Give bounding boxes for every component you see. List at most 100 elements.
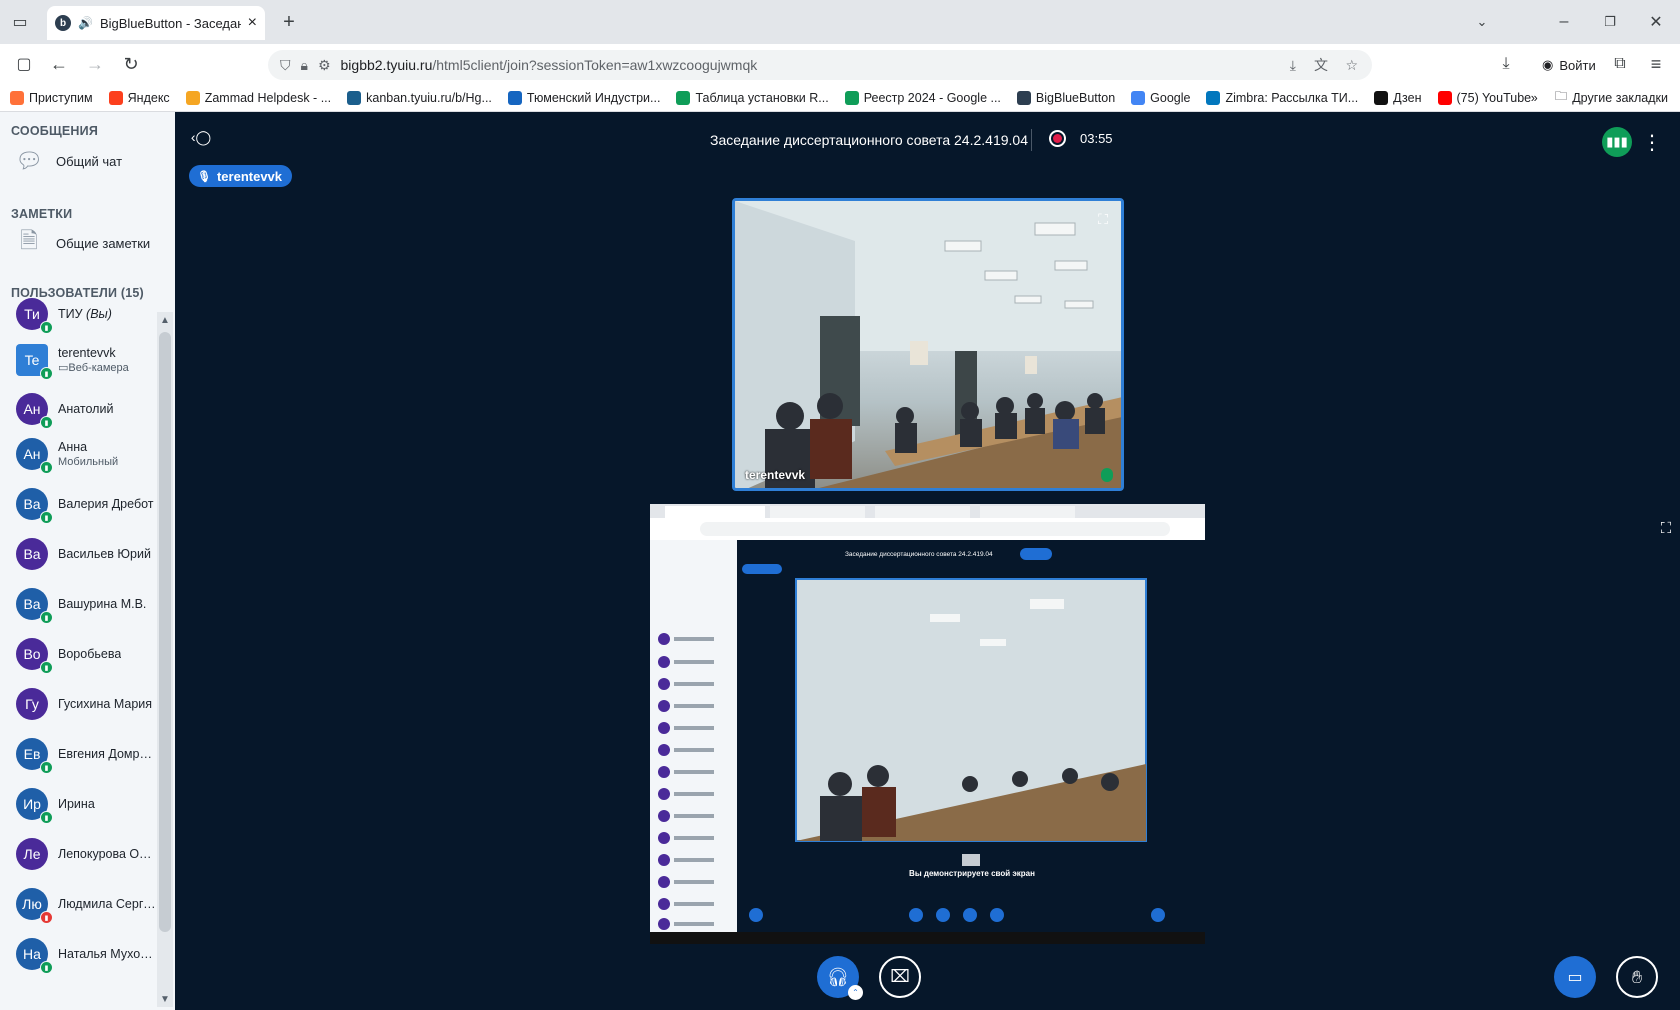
shared-notes-link[interactable]: 🗎 Общие заметки <box>16 228 150 255</box>
chat-icon: 💬︎ <box>15 148 43 173</box>
sheets-icon <box>844 90 859 105</box>
sidebar-toggle-icon[interactable]: ▢ <box>10 50 38 78</box>
sheets-icon <box>676 90 691 105</box>
browser-tab[interactable]: b 🔊 BigBlueButton - Заседание × <box>47 6 265 40</box>
user-list-item[interactable]: Ле Лепокурова Оле... <box>16 838 162 870</box>
translate-icon[interactable]: 文 <box>1314 55 1328 75</box>
bookmark-item[interactable]: Таблица установки R... <box>676 90 829 105</box>
user-name: terentevvk <box>58 346 116 360</box>
user-list-item[interactable]: Ев ▮ Евгения Домроч... <box>16 738 162 774</box>
user-list-scrollbar[interactable]: ▲ ▼ <box>157 312 173 1007</box>
user-list-item[interactable]: Ва ▮ Вашурина М.В. <box>16 588 162 624</box>
address-bar[interactable]: ⛉ 🔒︎ ⚙ bigbb2.tyuiu.ru/html5client/join?… <box>268 50 1372 80</box>
reload-icon[interactable]: ↻ <box>117 50 145 78</box>
share-webcam-button[interactable]: ⌧ <box>879 956 921 998</box>
user-list-item[interactable]: Гу Гусихина Мария <box>16 688 162 720</box>
tab-search-icon[interactable]: ▭ <box>6 8 34 36</box>
avatar: Лю ▮ <box>16 888 53 924</box>
user-name: Людмила Серге... <box>58 897 158 911</box>
user-list-item[interactable]: Ан ▮ Анатолий <box>16 393 162 429</box>
bookmark-item[interactable]: Zammad Helpdesk - ... <box>185 90 331 105</box>
user-name: Воробьева <box>58 647 122 661</box>
tab-list-chevron-icon[interactable]: ⌄ <box>1468 8 1496 36</box>
user-info: Анна Мобильный <box>58 439 118 469</box>
user-name: Гусихина Мария <box>58 697 153 711</box>
user-list-item[interactable]: Te ▮ terentevvk ▭Веб-камера <box>16 344 162 380</box>
bookmark-item[interactable]: Яндекс <box>108 90 170 105</box>
audio-headset-button[interactable]: 🎧︎ ⌃ <box>817 956 863 1000</box>
talking-indicator[interactable]: 🎙︎ terentevvk <box>189 165 293 187</box>
webcam-mic-icon <box>1101 468 1113 482</box>
site-settings-icon[interactable]: ⚙ <box>318 57 331 74</box>
options-menu-icon[interactable]: ⋮ <box>1642 127 1662 157</box>
bookmark-item[interactable]: Приступим <box>10 90 93 105</box>
chevron-double-right-icon[interactable]: » <box>1531 91 1538 105</box>
dzen-icon <box>1374 90 1389 105</box>
mic-icon: ▮ <box>40 461 53 474</box>
mic-icon: ▮ <box>40 511 53 524</box>
close-window-icon[interactable]: ✕ <box>1642 8 1670 36</box>
bookmark-item[interactable]: Реестр 2024 - Google ... <box>844 90 1001 105</box>
menu-icon[interactable]: ≡ <box>1642 50 1670 78</box>
user-status: Мобильный <box>58 456 119 468</box>
avatar: Ев ▮ <box>16 738 53 774</box>
conference-room-video-frame <box>735 201 1121 488</box>
desktop-icon: ▭ <box>1567 969 1583 986</box>
webcam-video[interactable]: ⛶ terentevvk <box>732 198 1124 491</box>
connection-status-icon[interactable]: ▮▮▮ <box>1602 127 1632 157</box>
user-list-item[interactable]: Ва ▮ Валерия Дребот <box>16 488 162 524</box>
user-list-item[interactable]: Ир ▮ Ирина <box>16 788 162 824</box>
lock-icon: 🔒︎ <box>300 56 308 73</box>
stop-screenshare-button[interactable]: ▭ <box>1554 956 1596 998</box>
bookmark-item[interactable]: (75) YouTube <box>1437 90 1531 105</box>
mic-icon: ▮ <box>40 367 53 380</box>
bookmark-item[interactable]: Тюменский Индустри... <box>507 90 660 105</box>
mic-icon: ▮ <box>40 416 53 429</box>
mic-icon: ▮ <box>40 761 53 774</box>
meeting-title: Заседание диссертационного совета 24.2.4… <box>710 132 1028 148</box>
toggle-userlist-icon[interactable]: ‹◯ <box>189 125 213 149</box>
bigbluebutton-icon <box>1016 90 1031 105</box>
bookmark-item[interactable]: BigBlueButton <box>1016 90 1115 105</box>
forward-icon[interactable]: → <box>81 50 109 78</box>
other-bookmarks[interactable]: » 🗀 Другие закладки <box>1531 87 1668 108</box>
user-list-item[interactable]: Ан ▮ Анна Мобильный <box>16 438 162 474</box>
scroll-thumb[interactable] <box>159 332 171 932</box>
back-icon[interactable]: ← <box>45 50 73 78</box>
user-list-item[interactable]: Ти ▮ ТИУ (Вы) <box>16 298 162 334</box>
user-list-item[interactable]: Ва Васильев Юрий <box>16 538 162 570</box>
extensions-icon[interactable]: ⧉ <box>1606 50 1634 78</box>
screenshare-content[interactable]: Вы демонстрируете свой экран Заседание д… <box>650 504 1205 946</box>
public-chat-link[interactable]: 💬︎ Общий чат <box>15 148 122 173</box>
scroll-down-icon[interactable]: ▼ <box>157 991 173 1007</box>
user-list-item[interactable]: На ▮ Наталья Мухорт... <box>16 938 162 974</box>
new-tab-button[interactable]: + <box>275 8 303 36</box>
bookmark-item[interactable]: Google <box>1131 90 1190 105</box>
install-app-icon[interactable]: ⤓ <box>1290 57 1296 74</box>
scroll-up-icon[interactable]: ▲ <box>157 312 173 328</box>
user-name: Валерия Дребот <box>58 497 154 511</box>
minimize-window-icon[interactable]: – <box>1550 8 1578 36</box>
bookmark-item[interactable]: Zimbra: Рассылка ТИ... <box>1206 90 1358 105</box>
raise-hand-button[interactable]: ✋︎ <box>1616 956 1658 998</box>
user-info: Ирина <box>58 796 95 812</box>
mic-muted-icon: ▮ <box>40 911 53 924</box>
audio-options-chevron-icon[interactable]: ⌃ <box>848 985 863 1000</box>
bookmark-star-icon[interactable]: ☆ <box>1345 57 1358 74</box>
user-list-item[interactable]: Лю ▮ Людмила Серге... <box>16 888 162 924</box>
user-list-item[interactable]: Во ▮ Воробьева <box>16 638 162 674</box>
recording-indicator[interactable]: 03:55 <box>1049 130 1113 147</box>
sign-in-button[interactable]: ◉ Войти <box>1532 52 1606 78</box>
restore-window-icon[interactable]: ❐ <box>1596 8 1624 36</box>
downloads-icon[interactable]: ⤓ <box>1492 50 1520 78</box>
webcam-user-name[interactable]: terentevvk <box>745 468 805 482</box>
user-info: Лепокурова Оле... <box>58 846 158 862</box>
account-icon: ◉ <box>1542 57 1554 72</box>
fullscreen-icon[interactable]: ⛶ <box>1093 209 1113 229</box>
bookmark-item[interactable]: Дзен <box>1374 90 1422 105</box>
screenshare-fullscreen-icon[interactable]: ⛶ <box>1656 518 1676 538</box>
microphone-icon: 🎙︎ <box>197 170 211 183</box>
avatar: Ир ▮ <box>16 788 53 824</box>
close-tab-icon[interactable]: × <box>248 14 257 32</box>
bookmark-item[interactable]: kanban.tyuiu.ru/b/Hg... <box>347 90 492 105</box>
